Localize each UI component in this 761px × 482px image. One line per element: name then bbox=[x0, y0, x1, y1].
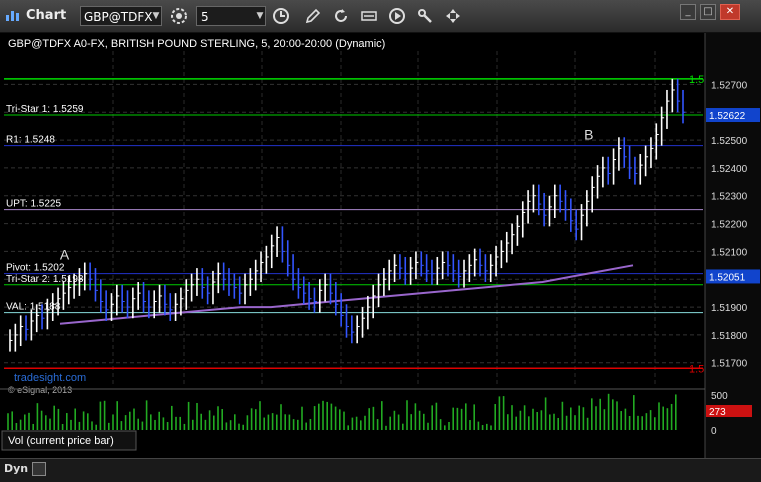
level-label: Pivot: 1.5202 bbox=[6, 263, 65, 274]
dyn-toggle-button[interactable] bbox=[32, 462, 46, 476]
volume-tick-label: 0 bbox=[711, 426, 717, 437]
minimize-button[interactable]: _ bbox=[680, 4, 696, 20]
pencil-icon[interactable] bbox=[304, 7, 322, 25]
volume-label: Vol (current price bar) bbox=[8, 435, 114, 447]
bottom-level-tag: 1.5 bbox=[689, 363, 704, 375]
y-tick-label: 1.51900 bbox=[711, 303, 748, 314]
level-label: Tri-Star 1: 1.5259 bbox=[6, 104, 84, 115]
close-button[interactable]: ✕ bbox=[720, 4, 740, 20]
settings-icon[interactable] bbox=[170, 7, 188, 25]
top-level-tag: 1.5 bbox=[689, 74, 704, 86]
dyn-label: Dyn bbox=[4, 462, 29, 475]
y-tick-label: 1.51700 bbox=[711, 359, 748, 370]
play-icon[interactable] bbox=[388, 7, 406, 25]
level-label: R1: 1.5248 bbox=[6, 135, 55, 146]
price-tag-label: 1.52622 bbox=[709, 111, 746, 122]
tools-icon[interactable] bbox=[416, 7, 434, 25]
level-label: Tri-Star 2: 1.5198 bbox=[6, 274, 84, 285]
footer-bar: Dyn bbox=[0, 458, 761, 482]
refresh-icon[interactable] bbox=[332, 7, 350, 25]
y-tick-label: 1.51800 bbox=[711, 331, 748, 342]
chart-annotation: B bbox=[584, 127, 593, 143]
interval-dropdown-icon[interactable]: ▼ bbox=[254, 6, 266, 26]
copyright-text: © eSignal, 2013 bbox=[8, 385, 72, 395]
y-tick-label: 1.52700 bbox=[711, 80, 748, 91]
y-tick-label: 1.52200 bbox=[711, 220, 748, 231]
window-title: Chart bbox=[26, 8, 67, 23]
chart-icon bbox=[6, 11, 19, 21]
level-label: UPT: 1.5225 bbox=[6, 199, 61, 210]
chart-annotation: A bbox=[60, 246, 70, 262]
quote-icon[interactable] bbox=[360, 7, 378, 25]
volume-tick-label: 500 bbox=[711, 391, 728, 402]
chart-toolbar: Chart GBP@TDFX ▼ 5 ▼ _ □ ✕ bbox=[0, 0, 761, 33]
move-icon[interactable] bbox=[444, 7, 462, 25]
chart-window: Chart GBP@TDFX ▼ 5 ▼ _ □ ✕ GBP@TDFX A0-F… bbox=[0, 0, 761, 482]
watermark-text: tradesight.com bbox=[14, 372, 86, 384]
y-tick-label: 1.52500 bbox=[711, 136, 748, 147]
price-chart[interactable]: GBP@TDFX A0-FX, BRITISH POUND STERLING, … bbox=[0, 33, 761, 481]
y-tick-label: 1.52300 bbox=[711, 192, 748, 203]
chart-title: GBP@TDFX A0-FX, BRITISH POUND STERLING, … bbox=[8, 38, 385, 50]
maximize-button[interactable]: □ bbox=[700, 4, 716, 20]
volume-tag-label: 273 bbox=[709, 407, 726, 418]
symbol-dropdown-icon[interactable]: ▼ bbox=[150, 6, 162, 26]
y-tick-label: 1.52100 bbox=[711, 247, 748, 258]
clock-icon[interactable] bbox=[272, 7, 290, 25]
price-tag-label: 1.52051 bbox=[709, 272, 746, 283]
y-tick-label: 1.52400 bbox=[711, 164, 748, 175]
